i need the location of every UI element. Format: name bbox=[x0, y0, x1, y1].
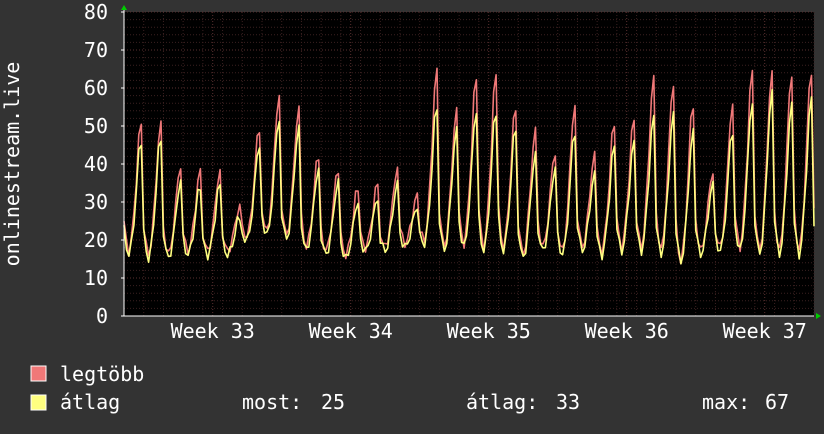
stat-now-value: 25 bbox=[321, 390, 345, 414]
y-tick-label: 0 bbox=[96, 304, 108, 328]
stat-max-label: max: bbox=[702, 390, 750, 414]
x-tick-label: Week 34 bbox=[309, 319, 393, 343]
chart-container: 0 10 20 30 40 50 60 70 80 Week 33 Week 34 Week 35 We… bbox=[0, 0, 824, 430]
stat-max-value: 67 bbox=[765, 390, 789, 414]
x-tick-label: Week 33 bbox=[171, 319, 255, 343]
y-tick-label: 60 bbox=[84, 76, 108, 100]
stat-avg-label: átlag: bbox=[466, 390, 538, 414]
y-axis-label: onlinestream.live bbox=[0, 62, 24, 267]
legend-label-max: legtöbb bbox=[60, 362, 144, 386]
legend-swatch-max bbox=[30, 365, 47, 382]
stat-avg-value: 33 bbox=[556, 390, 580, 414]
y-tick-label: 70 bbox=[84, 38, 108, 62]
y-tick-label: 40 bbox=[84, 152, 108, 176]
y-tick-label: 30 bbox=[84, 190, 108, 214]
y-tick-label: 20 bbox=[84, 228, 108, 252]
x-tick-label: Week 37 bbox=[723, 319, 807, 343]
x-tick-label: Week 35 bbox=[447, 319, 531, 343]
y-tick-label: 10 bbox=[84, 266, 108, 290]
y-tick-label: 80 bbox=[84, 0, 108, 24]
legend-swatch-avg bbox=[30, 394, 47, 411]
stat-now-label: most: bbox=[242, 390, 302, 414]
legend-label-avg: átlag bbox=[60, 390, 120, 414]
y-tick-label: 50 bbox=[84, 114, 108, 138]
chart-svg: 0 10 20 30 40 50 60 70 80 Week 33 Week 34 Week 35 We… bbox=[0, 0, 824, 430]
x-tick-label: Week 36 bbox=[585, 319, 669, 343]
